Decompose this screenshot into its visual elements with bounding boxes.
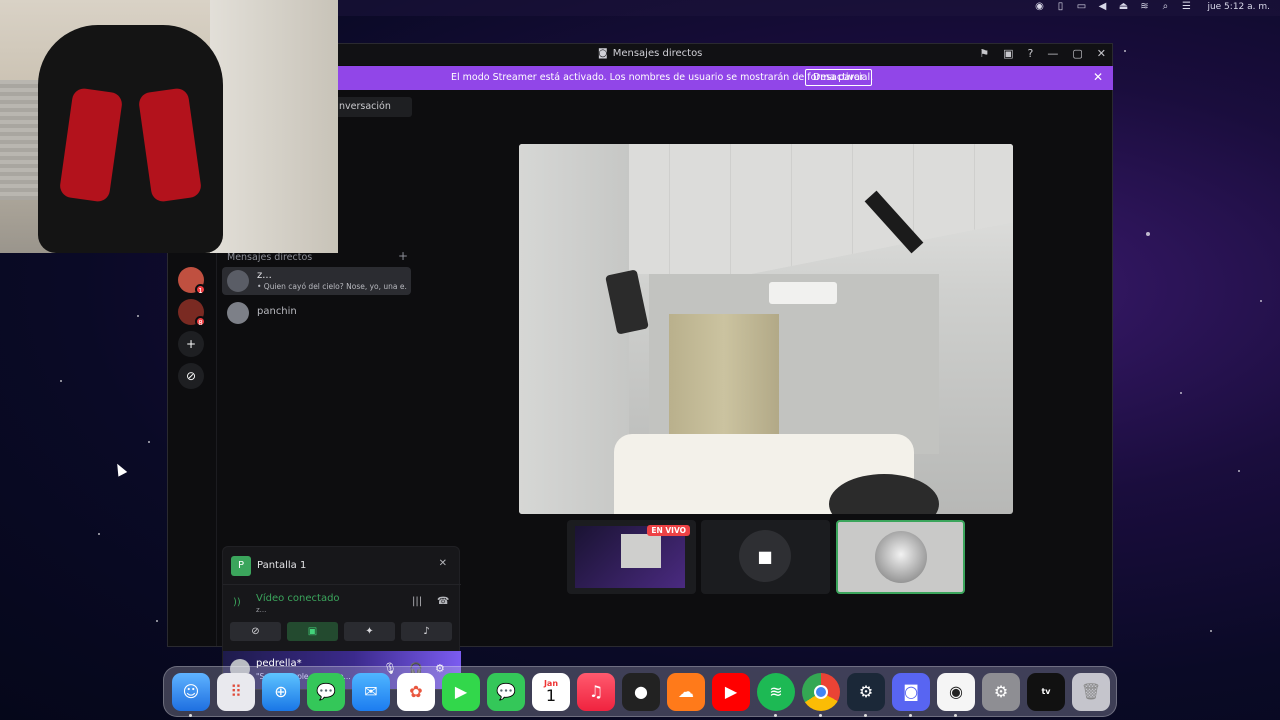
chrome-icon[interactable] (802, 672, 840, 717)
dm-preview: • Quien cayó del cielo? Nose, yo, una e.… (257, 282, 407, 291)
webcam-overlay (0, 0, 338, 253)
discord-icon[interactable]: ◙ (892, 672, 930, 717)
apple-tv-remote-icon[interactable]: ● (622, 672, 660, 711)
add-dm-icon[interactable]: + (398, 249, 408, 263)
display-icon[interactable]: ▭ (1075, 1, 1087, 12)
signal-icon[interactable]: )) (233, 597, 241, 608)
safari-icon[interactable]: ⊕ (262, 672, 300, 711)
dm-name: z... (257, 270, 272, 281)
disconnect-icon[interactable]: ☎ (437, 596, 449, 607)
streamer-mode-banner: El modo Streamer está activado. Los nomb… (338, 66, 1113, 90)
eject-icon[interactable]: ⏏ (1117, 1, 1129, 12)
search-icon[interactable]: ⌕ (1159, 1, 1171, 12)
video-frame (769, 282, 837, 304)
dock: ☺ ⠿ ⊕ 💬 ✉ ✿ ▶ 💬 Jan 1 ♫ ● ☁ ▶ ≋ ⚙ ◙ ◉ ⚙ … (163, 666, 1117, 717)
system-settings-icon[interactable]: ⚙ (982, 672, 1020, 711)
soundboard-button[interactable]: ♪ (401, 622, 452, 641)
calendar-day: 1 (545, 685, 557, 705)
avatar (875, 531, 927, 583)
screen-share-icon: P (231, 556, 251, 576)
help-icon[interactable]: ? (1028, 47, 1034, 60)
noise-suppression-icon[interactable]: ||| (412, 596, 422, 607)
flag-icon[interactable]: ⚑ (979, 47, 989, 60)
soundcloud-icon[interactable]: ☁ (667, 672, 705, 711)
server-icon[interactable]: 1 (178, 267, 206, 295)
server-badge: 8 (195, 316, 206, 327)
control-center-icon[interactable]: ☰ (1180, 1, 1192, 12)
voice-status: Vídeo conectado (256, 593, 340, 604)
voice-controls: ⊘ ▣ ✦ ♪ (230, 622, 452, 641)
stream-thumbnail[interactable]: EN VIVO (567, 520, 696, 594)
divider (223, 584, 461, 585)
messages-icon[interactable]: 💬 (307, 672, 345, 711)
dm-item[interactable]: panchin (222, 299, 411, 327)
wifi-icon[interactable]: ≋ (1138, 1, 1150, 12)
launchpad-icon[interactable]: ⠿ (217, 672, 255, 711)
activities-button[interactable]: ✦ (344, 622, 395, 641)
window-title: Mensajes directos (612, 48, 703, 59)
video-frame (519, 144, 629, 514)
live-badge: EN VIVO (647, 525, 690, 536)
server-badge: 1 (195, 284, 206, 295)
find-conversation-input[interactable]: nversación (331, 97, 412, 117)
apple-tv-label: tv (1041, 687, 1051, 696)
voice-panel-title: Pantalla 1 (257, 560, 307, 571)
server-icon[interactable]: 8 (178, 299, 206, 327)
facetime-icon[interactable]: ▶ (442, 672, 480, 711)
voice-channel-user: z... (256, 606, 267, 614)
gaming-chair (38, 25, 223, 253)
avatar (227, 302, 249, 324)
dm-name: panchin (257, 306, 297, 317)
youtube-icon[interactable]: ▶ (712, 672, 750, 711)
participant-thumbnail[interactable]: ■ (701, 520, 830, 594)
battery-icon[interactable]: ▯ (1054, 1, 1066, 12)
dm-header: Mensajes directos (227, 252, 313, 263)
photos-icon[interactable]: ✿ (397, 672, 435, 711)
inbox-icon[interactable]: ▣ (1003, 47, 1013, 60)
spotify-icon[interactable]: ≋ (757, 672, 795, 717)
camera-off-button[interactable]: ⊘ (230, 622, 281, 641)
user-circle-icon[interactable]: ◉ (1033, 1, 1045, 12)
menubar-clock[interactable]: jue 5:12 a. m. (1207, 2, 1270, 12)
minimize-icon[interactable]: — (1047, 47, 1058, 60)
dm-item[interactable]: z... • Quien cayó del cielo? Nose, yo, u… (222, 267, 411, 295)
volume-icon[interactable]: ◀ (1096, 1, 1108, 12)
finder-icon[interactable]: ☺ (172, 672, 210, 717)
calendar-icon[interactable]: Jan 1 (532, 672, 570, 711)
video-frame (669, 314, 779, 434)
main-video-stage[interactable] (519, 144, 1013, 514)
trash-icon[interactable]: 🗑 (1072, 672, 1110, 711)
video-camera-icon: ■ (739, 530, 791, 582)
obs-icon[interactable]: ◉ (937, 672, 975, 717)
mouse-cursor-icon (112, 461, 128, 477)
music-icon[interactable]: ♫ (577, 672, 615, 711)
video-frame (609, 144, 1013, 274)
avatar (227, 270, 249, 292)
participant-thumbnail-selected[interactable] (836, 520, 965, 594)
screen-share-button[interactable]: ▣ (287, 622, 338, 641)
mail-icon[interactable]: ✉ (352, 672, 390, 711)
steam-icon[interactable]: ⚙ (847, 672, 885, 717)
explore-icon[interactable]: ⊘ (178, 363, 204, 389)
discord-logo-icon: ◙ (598, 48, 608, 59)
banner-close-icon[interactable]: ✕ (1093, 70, 1103, 84)
messages-icon[interactable]: 💬 (487, 672, 525, 711)
apple-tv-icon[interactable]: tv (1027, 672, 1065, 711)
maximize-icon[interactable]: ▢ (1072, 47, 1082, 60)
add-server-icon[interactable]: + (178, 331, 204, 357)
stop-stream-icon[interactable]: ✕ (439, 558, 447, 569)
disable-streamer-button[interactable]: Desactivar (805, 69, 872, 86)
close-icon[interactable]: ✕ (1097, 47, 1106, 60)
